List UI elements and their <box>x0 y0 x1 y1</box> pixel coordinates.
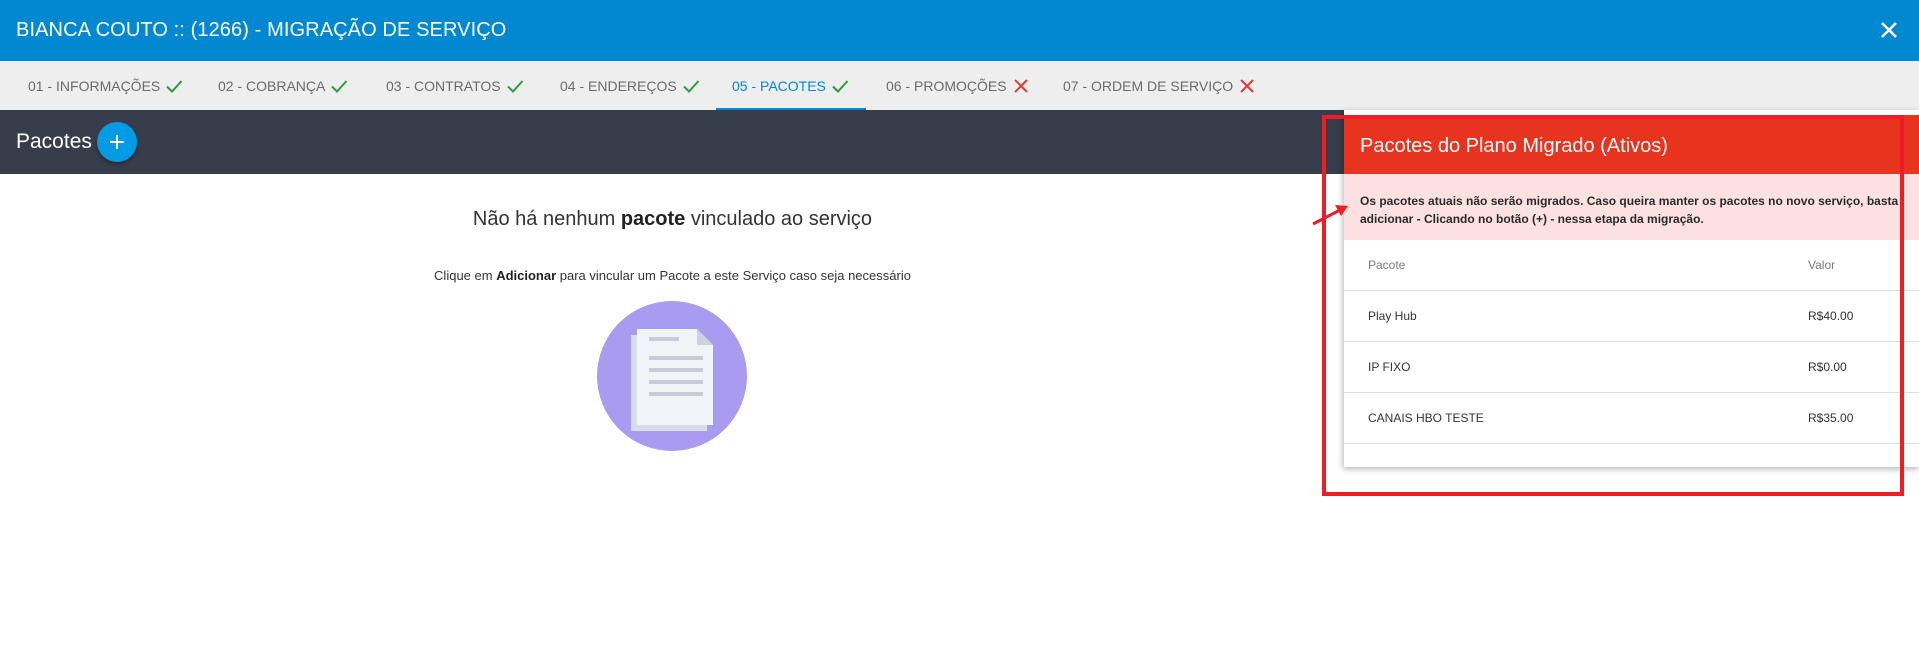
add-pacote-button[interactable] <box>97 122 137 162</box>
wizard-tabs: 01 - INFORMAÇÕES 02 - COBRANÇA 03 - CONT… <box>0 61 1919 110</box>
close-icon[interactable] <box>1875 16 1903 44</box>
plus-icon <box>110 135 124 149</box>
tab-label: 03 - CONTRATOS <box>386 77 501 94</box>
annotation-arrow-icon <box>1312 205 1348 226</box>
tab-contratos[interactable]: 03 - CONTRATOS <box>386 61 525 110</box>
document-icon <box>597 301 747 451</box>
x-icon <box>1240 78 1254 93</box>
window-title: BIANCA COUTO :: (1266) - MIGRAÇÃO DE SER… <box>16 19 507 41</box>
check-icon <box>506 79 523 93</box>
tab-label: 02 - COBRANÇA <box>218 77 326 94</box>
tab-label: 05 - PACOTES <box>732 77 826 94</box>
check-icon <box>166 79 183 93</box>
empty-state-title: Não há nenhum pacote vinculado ao serviç… <box>472 208 873 230</box>
check-icon <box>682 79 699 93</box>
tab-informacoes[interactable]: 01 - INFORMAÇÕES <box>28 61 184 110</box>
check-icon <box>832 79 849 93</box>
tab-label: 06 - PROMOÇÕES <box>886 77 1007 94</box>
tab-enderecos[interactable]: 04 - ENDEREÇOS <box>560 61 701 110</box>
tab-label: 07 - ORDEM DE SERVIÇO <box>1063 77 1234 94</box>
tab-ordem-de-servico[interactable]: 07 - ORDEM DE SERVIÇO <box>1063 61 1257 110</box>
tab-label: 04 - ENDEREÇOS <box>560 77 677 94</box>
section-title: Pacotes <box>16 130 92 153</box>
tab-label: 01 - INFORMAÇÕES <box>28 77 161 94</box>
empty-state-subtitle: Clique em Adicionar para vincular um Pac… <box>434 268 911 283</box>
highlight-box <box>1322 115 1904 496</box>
title-bar: BIANCA COUTO :: (1266) - MIGRAÇÃO DE SER… <box>0 0 1919 61</box>
tab-promocoes[interactable]: 06 - PROMOÇÕES <box>886 61 1031 110</box>
check-icon <box>331 79 348 93</box>
tab-pacotes[interactable]: 05 - PACOTES <box>716 61 866 110</box>
tab-cobranca[interactable]: 02 - COBRANÇA <box>218 61 349 110</box>
x-icon <box>1013 78 1028 93</box>
